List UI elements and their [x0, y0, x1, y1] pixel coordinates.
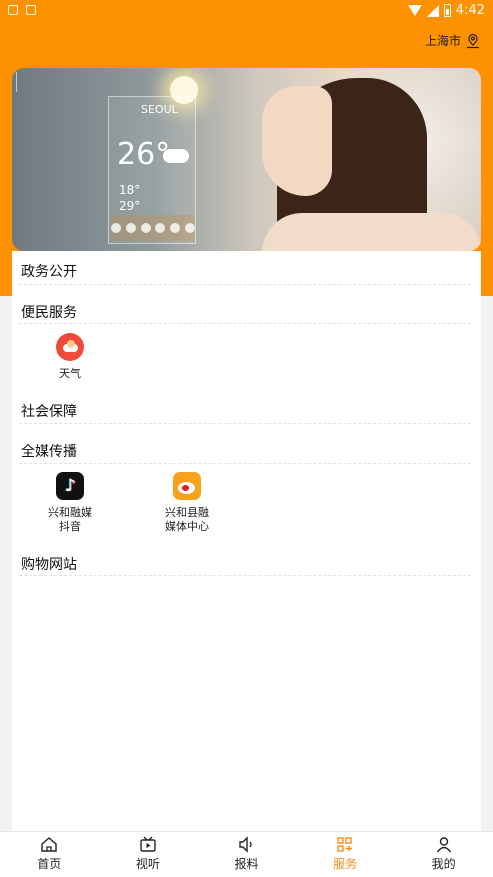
tab-video[interactable]: 视听	[99, 832, 198, 877]
home-icon	[41, 837, 57, 852]
media-item-label-line2: 抖音	[59, 520, 81, 533]
status-bar: 4:42	[0, 0, 493, 22]
tab-label: 报料	[234, 857, 259, 871]
tab-label: 我的	[431, 857, 456, 871]
tab-label: 服务	[333, 857, 358, 871]
forecast-day-icon	[125, 223, 136, 233]
tab-label: 首页	[37, 857, 62, 871]
banner-temp-low: 18°	[119, 183, 141, 197]
service-item-label: 天气	[59, 367, 81, 380]
section-title-convenience[interactable]: 便民服务	[21, 302, 77, 322]
forecast-day-icon	[184, 223, 195, 233]
media-item-label-line1: 兴和融媒	[48, 506, 92, 519]
report-icon	[239, 836, 253, 853]
location-label: 上海市	[424, 34, 461, 48]
section-title-gov[interactable]: 政务公开	[21, 261, 77, 281]
forecast-day-icon	[140, 223, 151, 233]
status-time: 4:42	[455, 3, 485, 18]
tab-report[interactable]: 报料	[197, 832, 296, 877]
divider	[19, 575, 471, 576]
weather-glass-panel: SEOUL 26° 18° 29°	[108, 96, 196, 244]
section-title-social[interactable]: 社会保障	[21, 401, 77, 421]
tiktok-icon: ♪	[56, 472, 84, 500]
signal-icon	[426, 4, 439, 17]
tab-home[interactable]: 首页	[0, 832, 99, 877]
media-item-label-line1: 兴和县融	[165, 506, 209, 519]
notification-icons	[8, 5, 36, 15]
banner-image[interactable]: SEOUL 26° 18° 29°	[12, 68, 481, 251]
location-selector[interactable]: 上海市	[425, 32, 481, 49]
battery-icon	[443, 4, 451, 17]
divider	[19, 423, 471, 424]
bottom-tab-bar: 首页 视听 报料 服务 我的	[0, 831, 493, 877]
media-item-label-line2: 媒体中心	[165, 520, 209, 533]
tab-service[interactable]: 服务	[296, 832, 395, 877]
banner-person-face	[262, 86, 332, 196]
banner-city: SEOUL	[141, 103, 178, 116]
weibo-icon	[173, 472, 201, 500]
divider	[19, 463, 471, 464]
section-title-media[interactable]: 全媒传播	[21, 441, 77, 461]
forecast-strip	[111, 215, 195, 241]
tab-profile[interactable]: 我的	[394, 832, 493, 877]
notification-icon	[26, 5, 36, 15]
tab-label: 视听	[135, 857, 160, 871]
divider	[19, 323, 471, 324]
wifi-icon	[407, 5, 422, 16]
forecast-day-icon	[111, 223, 121, 233]
media-item-weibo[interactable]: 兴和县融 媒体中心	[142, 472, 232, 534]
service-list: 政务公开 便民服务 天气 社会保障 全媒传播 ♪ 兴和融媒 抖音 兴和县融 媒体…	[12, 251, 481, 831]
forecast-day-icon	[170, 223, 181, 233]
notification-icon	[8, 5, 18, 15]
banner-temp-high: 29°	[119, 199, 141, 213]
video-icon	[140, 836, 156, 852]
media-item-tiktok[interactable]: ♪ 兴和融媒 抖音	[25, 472, 115, 534]
forecast-day-icon	[155, 223, 166, 233]
profile-icon	[436, 837, 451, 853]
service-item-weather[interactable]: 天气	[25, 333, 115, 381]
location-pin-icon	[467, 33, 479, 48]
service-icon	[337, 837, 353, 852]
weather-icon	[56, 333, 84, 361]
section-title-shopping[interactable]: 购物网站	[21, 554, 77, 574]
cloud-icon	[163, 149, 189, 163]
banner-person-shoulder	[262, 213, 481, 251]
divider	[19, 284, 471, 285]
